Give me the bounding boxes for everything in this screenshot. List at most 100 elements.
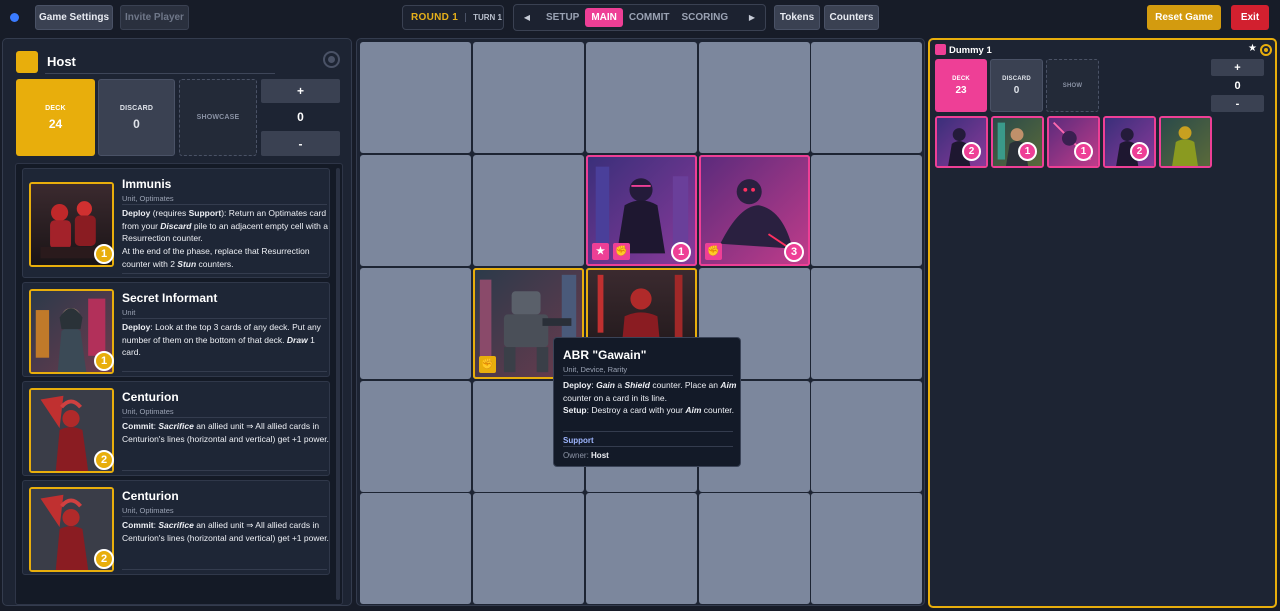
card-power-badge: 2: [94, 450, 114, 470]
card-title: Centurion: [122, 489, 179, 503]
counter-decrement-button[interactable]: -: [1211, 95, 1264, 112]
board-cell[interactable]: [586, 493, 697, 604]
opponent-player-panel: Dummy 1 ★ DECK 23 DISCARD 0 SHOW + 0 - 2…: [928, 38, 1277, 608]
counter-value: 0: [297, 110, 304, 124]
opponent-card[interactable]: [1159, 116, 1212, 168]
card-rules-text: Commit: Sacrifice an allied unit ⇒ All a…: [122, 520, 329, 543]
divider: [122, 204, 327, 205]
tokens-button[interactable]: Tokens: [774, 5, 820, 30]
counter-increment-button[interactable]: +: [1211, 59, 1264, 76]
hand-card[interactable]: 1 Immunis Unit, Optimates Deploy (requir…: [22, 168, 330, 278]
board-cell[interactable]: [811, 268, 922, 379]
deck-label: DECK: [952, 75, 970, 82]
discard-count: 0: [1013, 84, 1020, 96]
divider: [122, 417, 327, 418]
board-cell[interactable]: [699, 493, 810, 604]
fist-icon: ✊: [479, 356, 496, 373]
board-card[interactable]: ✊ 3: [699, 155, 810, 266]
exit-button[interactable]: Exit: [1231, 5, 1269, 30]
discard-label: DISCARD: [119, 104, 154, 112]
card-rules-text: Commit: Sacrifice an allied unit ⇒ All a…: [122, 421, 329, 444]
board-cell[interactable]: [586, 42, 697, 153]
active-player-indicator-icon[interactable]: [1260, 44, 1272, 56]
deck-count: 23: [955, 84, 967, 96]
board-card[interactable]: ★ ✊ 1: [586, 155, 697, 266]
phase-setup[interactable]: SETUP: [540, 8, 585, 27]
showcase-label: SHOWCASE: [196, 114, 240, 121]
card-artwork-image: [937, 118, 986, 166]
deck-pile[interactable]: DECK 24: [16, 79, 95, 156]
phase-commit[interactable]: COMMIT: [623, 8, 676, 27]
board-cell[interactable]: [473, 42, 584, 153]
hand-scrollbar[interactable]: [336, 168, 340, 600]
card-artwork-image: [1049, 118, 1098, 166]
round-indicator: ROUND 1 TURN 1: [402, 5, 504, 30]
game-board: ★ ✊ 1 ✊ 3 ✊: [356, 38, 925, 606]
board-cell[interactable]: [360, 381, 471, 492]
board-cell[interactable]: [473, 155, 584, 266]
showcase-zone[interactable]: SHOW: [1046, 59, 1099, 112]
tooltip-rules-text: Deploy: Gain a Shield counter. Place an …: [563, 380, 737, 415]
board-cell[interactable]: [360, 493, 471, 604]
discard-pile[interactable]: DISCARD 0: [990, 59, 1043, 112]
card-type: Unit, Optimates: [122, 194, 174, 203]
owner-name: Host: [591, 451, 609, 460]
board-cell[interactable]: [699, 42, 810, 153]
board-cell[interactable]: [811, 381, 922, 492]
player-color-swatch: [16, 51, 38, 73]
counter-control: + 0 -: [1211, 59, 1264, 112]
counters-button[interactable]: Counters: [824, 5, 879, 30]
showcase-zone[interactable]: SHOWCASE: [179, 79, 257, 156]
divider: [563, 375, 733, 376]
star-icon: ★: [1248, 43, 1257, 54]
card-power-badge: 1: [671, 242, 691, 262]
phase-scoring[interactable]: SCORING: [675, 8, 734, 27]
board-cell[interactable]: [811, 42, 922, 153]
board-cell[interactable]: [811, 155, 922, 266]
player-name: Host: [47, 54, 76, 69]
hand-card[interactable]: 2 Centurion Unit, Optimates Commit: Sacr…: [22, 480, 330, 575]
board-cell[interactable]: [360, 155, 471, 266]
board-cell[interactable]: [811, 493, 922, 604]
tooltip-tag: Support: [563, 436, 594, 445]
card-power-badge: 2: [1130, 142, 1149, 161]
opponent-card[interactable]: 2: [1103, 116, 1156, 168]
divider: [563, 431, 733, 432]
opponent-card[interactable]: 1: [1047, 116, 1100, 168]
discard-pile[interactable]: DISCARD 0: [98, 79, 175, 156]
board-cell[interactable]: [360, 268, 471, 379]
hand-card[interactable]: 2 Centurion Unit, Optimates Commit: Sacr…: [22, 381, 330, 476]
divider: [122, 516, 327, 517]
next-phase-icon[interactable]: ▶: [739, 13, 765, 22]
discard-label: DISCARD: [1002, 75, 1031, 82]
game-settings-button[interactable]: Game Settings: [35, 5, 113, 30]
board-cell[interactable]: [360, 42, 471, 153]
opponent-card[interactable]: 1: [991, 116, 1044, 168]
card-power-badge: 2: [962, 142, 981, 161]
opponent-card[interactable]: 2: [935, 116, 988, 168]
hand-card[interactable]: 1 Secret Informant Unit Deploy: Look at …: [22, 282, 330, 377]
board-cell[interactable]: [473, 493, 584, 604]
fist-icon: ✊: [613, 243, 630, 260]
connection-status-icon: [10, 13, 19, 22]
tooltip-owner: Owner: Host: [563, 451, 609, 460]
card-type: Unit, Optimates: [122, 407, 174, 416]
active-player-indicator-icon[interactable]: [323, 51, 340, 68]
deck-count: 24: [48, 116, 63, 131]
previous-phase-icon[interactable]: ◀: [514, 13, 540, 22]
round-label: ROUND 1: [411, 12, 459, 23]
invite-player-button[interactable]: Invite Player: [120, 5, 189, 30]
phase-main[interactable]: MAIN: [585, 8, 623, 27]
divider: [45, 73, 275, 74]
reset-game-button[interactable]: Reset Game: [1147, 5, 1221, 30]
card-power-badge: 1: [94, 351, 114, 371]
top-bar: Game Settings Invite Player ROUND 1 TURN…: [0, 0, 1280, 36]
deck-pile[interactable]: DECK 23: [935, 59, 987, 112]
counter-increment-button[interactable]: +: [261, 79, 340, 103]
phase-selector: ◀ SETUP MAIN COMMIT SCORING ▶: [513, 4, 766, 31]
counter-decrement-button[interactable]: -: [261, 131, 340, 156]
card-type: Unit: [122, 308, 136, 317]
divider: [122, 470, 327, 471]
fist-icon: ✊: [705, 243, 722, 260]
card-power-badge: 2: [94, 549, 114, 569]
